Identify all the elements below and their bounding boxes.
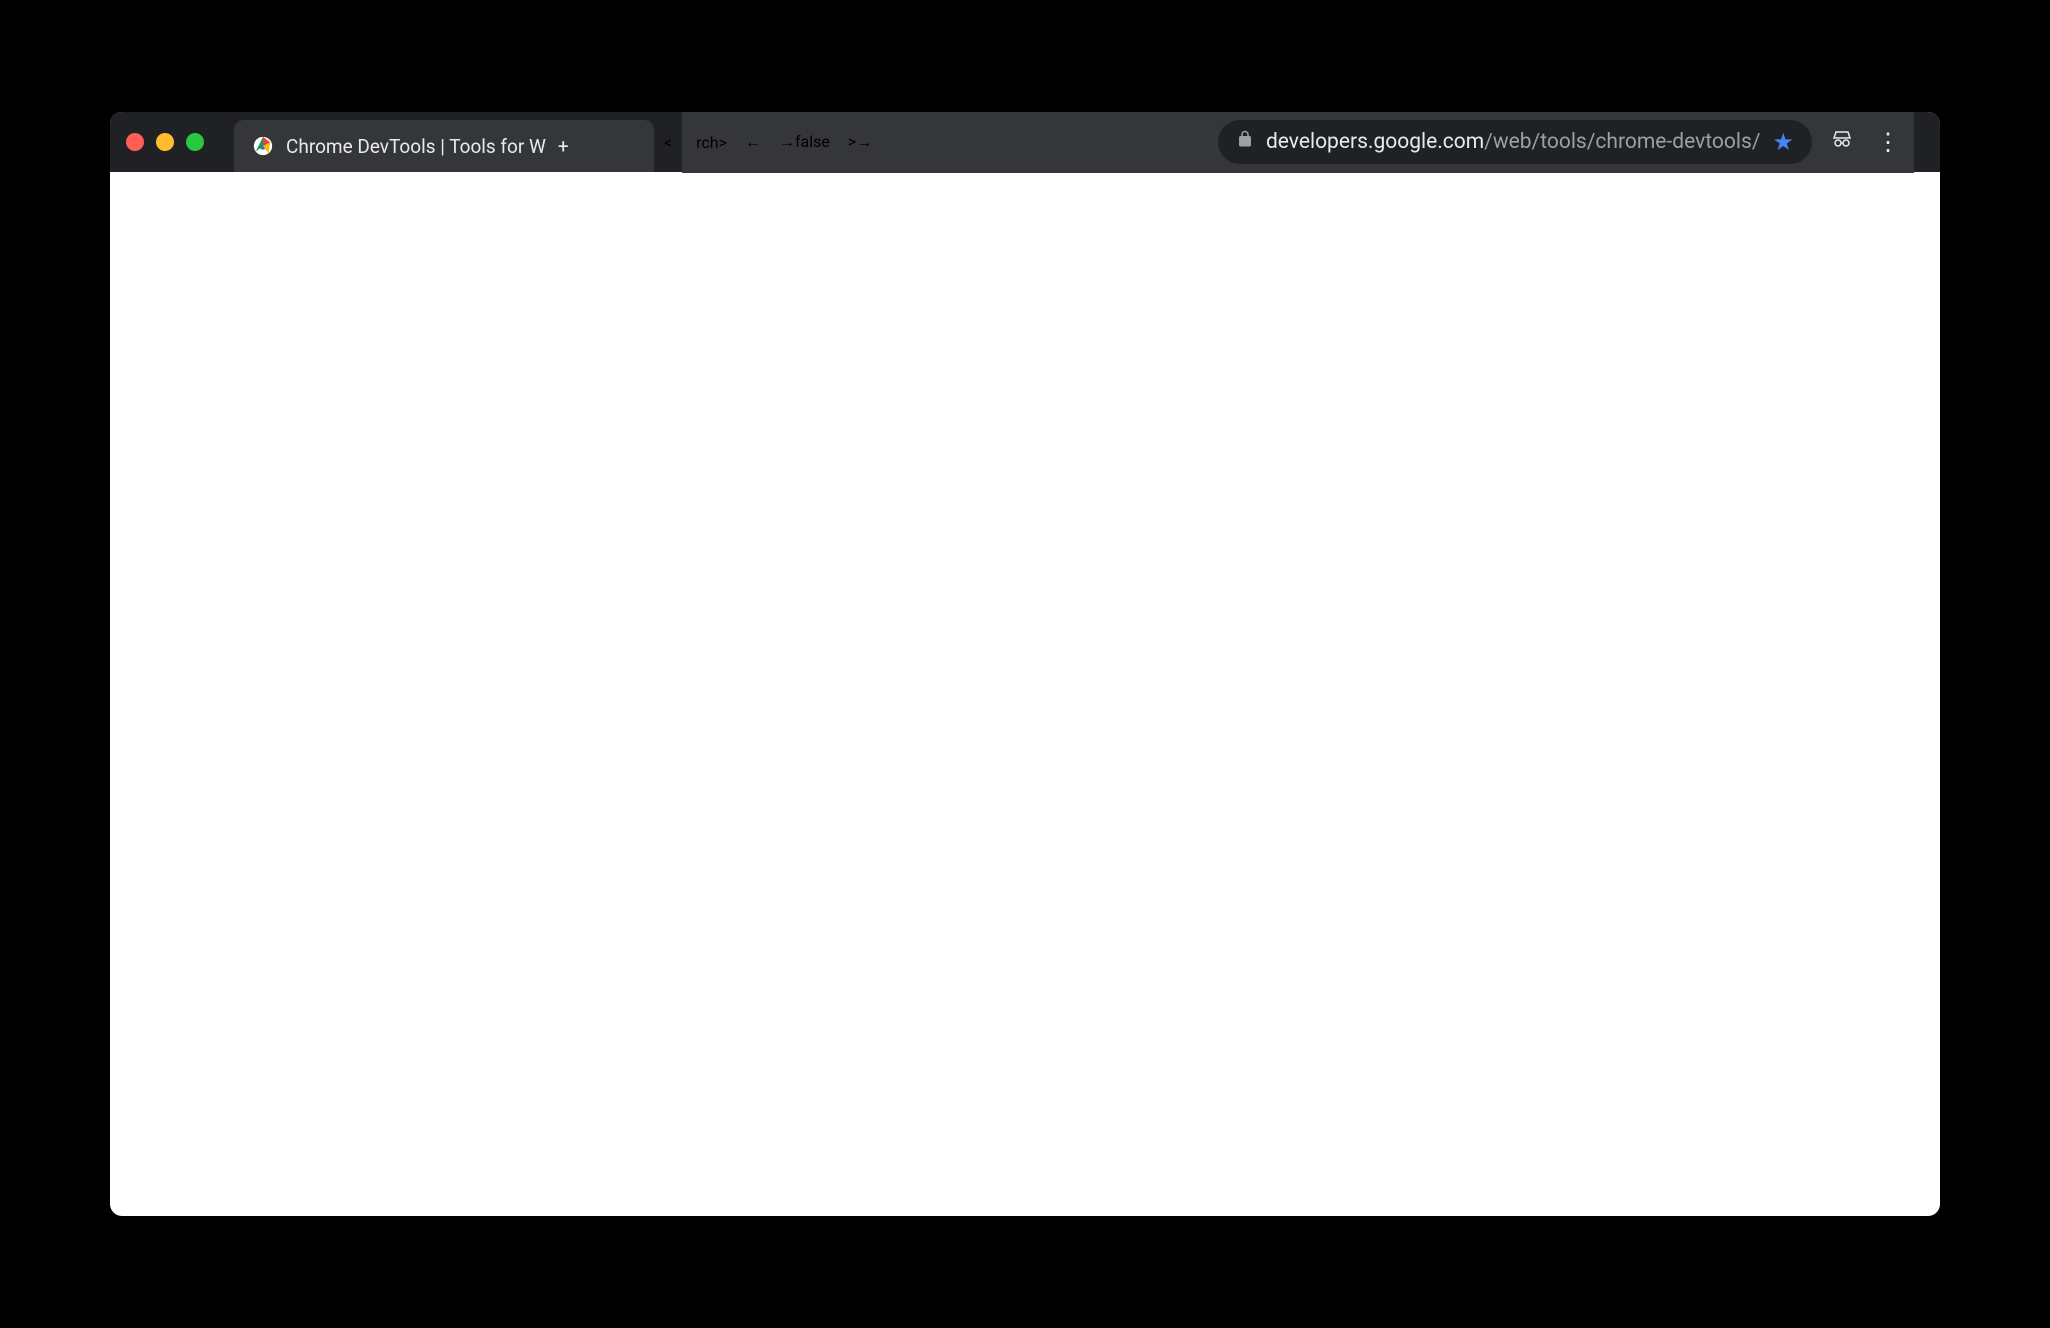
- =: [890, 112, 1200, 225]
- maximize-window-button[interactable]: [186, 133, 204, 151]
- address-bar: rch>← →false >→="nav-data dime"true"> -i…: [682, 112, 1914, 173]
- minimize-window-button[interactable]: [156, 133, 174, 151]
- close-window-button[interactable]: [126, 133, 144, 151]
- titlebar: Chrome DevTools | Tools for W + < rch>← …: [110, 112, 1940, 172]
- incognito-icon[interactable]: [1830, 127, 1854, 157]
- tab-favicon: [252, 135, 274, 157]
- tab-title: Chrome DevTools | Tools for W: [286, 135, 546, 158]
- browser-menu-icon[interactable]: ⋮: [1876, 128, 1900, 156]
- browser-window: Chrome DevTools | Tools for W + < rch>← …: [110, 112, 1940, 1216]
- url-text: developers.google.com/web/tools/chrome-d…: [1266, 130, 1761, 154]
- bookmark-star-icon[interactable]: ★: [1772, 128, 1794, 156]
- browser-right-controls: ⋮: [1830, 127, 1900, 157]
- window-controls: [126, 133, 204, 151]
- omnibox[interactable]: developers.google.com/web/tools/chrome-d…: [1218, 120, 1812, 164]
- browser-tab[interactable]: Chrome DevTools | Tools for W +: [234, 120, 654, 172]
- lock-icon: [1236, 130, 1254, 154]
